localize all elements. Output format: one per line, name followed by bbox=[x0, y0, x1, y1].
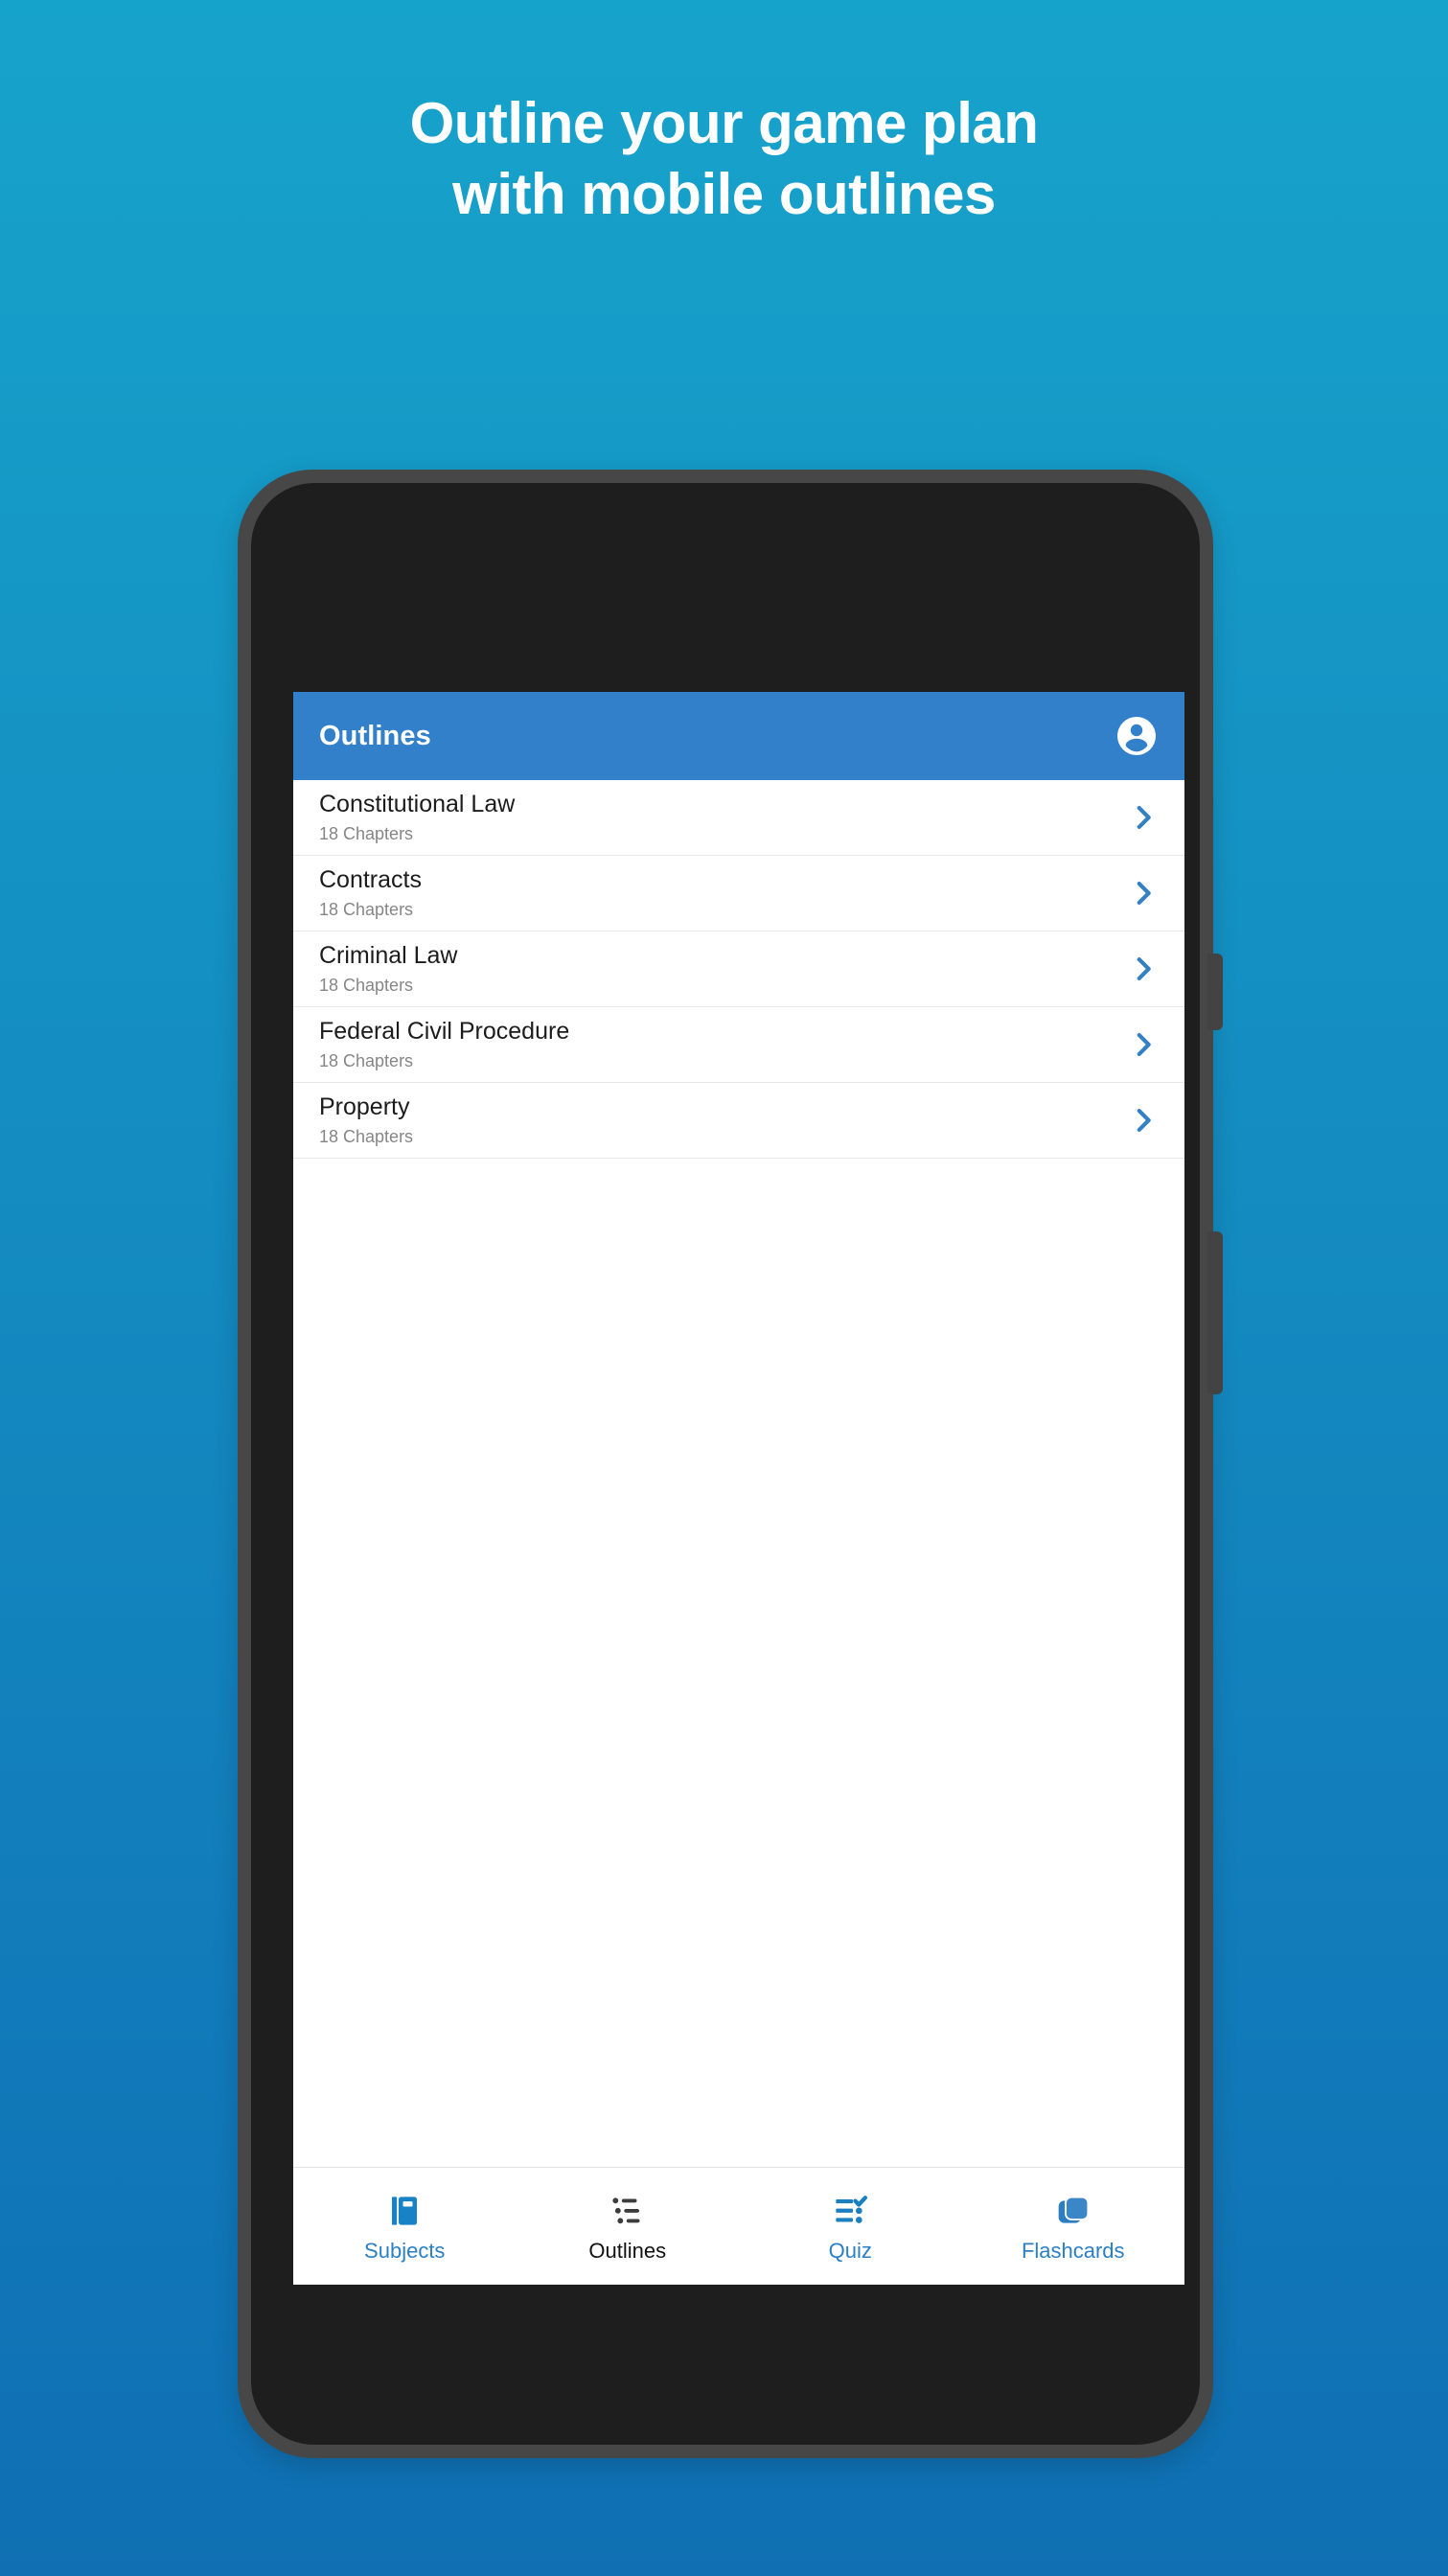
app-title: Outlines bbox=[319, 720, 431, 751]
chevron-right-icon[interactable] bbox=[1127, 877, 1160, 909]
row-subtitle: 18 Chapters bbox=[319, 1126, 414, 1146]
table-row[interactable]: Constitutional Law 18 Chapters bbox=[293, 780, 1184, 856]
bottom-navigation: Subjects Outlines Quiz Flashcards bbox=[293, 2167, 1184, 2285]
table-row[interactable]: Property 18 Chapters bbox=[293, 1083, 1184, 1159]
row-title: Constitutional Law bbox=[319, 791, 516, 818]
list-empty-area bbox=[293, 1159, 1184, 1542]
row-subtitle: 18 Chapters bbox=[319, 1050, 414, 1070]
row-texts: Constitutional Law 18 Chapters bbox=[319, 791, 515, 844]
table-row[interactable]: Contracts 18 Chapters bbox=[293, 856, 1184, 932]
chevron-right-icon[interactable] bbox=[1127, 801, 1160, 834]
phone-body: Outlines Constitutional Law 18 Chapters bbox=[251, 483, 1200, 2445]
tab-outlines[interactable]: Outlines bbox=[517, 2192, 740, 2262]
app-header: Outlines bbox=[293, 692, 1184, 780]
tab-label: Flashcards bbox=[1021, 2238, 1125, 2263]
outlines-list: Constitutional Law 18 Chapters Contracts… bbox=[293, 780, 1184, 1542]
volume-button[interactable] bbox=[1207, 1231, 1223, 1394]
row-title: Contracts bbox=[319, 866, 422, 894]
headline-line-2: with mobile outlines bbox=[452, 162, 996, 227]
row-subtitle: 18 Chapters bbox=[319, 899, 414, 919]
row-texts: Federal Civil Procedure 18 Chapters bbox=[319, 1018, 569, 1071]
promo-headline: Outline your game plan with mobile outli… bbox=[0, 88, 1448, 231]
table-row[interactable]: Criminal Law 18 Chapters bbox=[293, 932, 1184, 1007]
row-subtitle: 18 Chapters bbox=[319, 823, 414, 843]
bulleted-list-icon bbox=[609, 2192, 647, 2230]
row-texts: Criminal Law 18 Chapters bbox=[319, 942, 457, 996]
chevron-right-icon[interactable] bbox=[1127, 953, 1160, 985]
book-icon bbox=[385, 2192, 424, 2230]
row-title: Criminal Law bbox=[319, 942, 458, 970]
tab-subjects[interactable]: Subjects bbox=[293, 2192, 517, 2262]
table-row[interactable]: Federal Civil Procedure 18 Chapters bbox=[293, 1007, 1184, 1083]
power-button[interactable] bbox=[1207, 954, 1223, 1030]
row-subtitle: 18 Chapters bbox=[319, 975, 414, 995]
tab-label: Quiz bbox=[828, 2238, 872, 2263]
row-texts: Contracts 18 Chapters bbox=[319, 866, 422, 920]
chevron-right-icon[interactable] bbox=[1127, 1104, 1160, 1137]
tab-label: Outlines bbox=[588, 2238, 667, 2263]
account-circle-icon[interactable] bbox=[1114, 713, 1160, 759]
stacked-cards-icon bbox=[1054, 2192, 1092, 2230]
tab-label: Subjects bbox=[364, 2238, 446, 2263]
chevron-right-icon[interactable] bbox=[1127, 1028, 1160, 1061]
headline-line-1: Outline your game plan bbox=[409, 91, 1039, 155]
tab-flashcards[interactable]: Flashcards bbox=[962, 2192, 1185, 2262]
row-title: Federal Civil Procedure bbox=[319, 1018, 570, 1046]
playlist-check-icon bbox=[831, 2192, 869, 2230]
phone-screen: Outlines Constitutional Law 18 Chapters bbox=[293, 692, 1184, 2285]
row-title: Property bbox=[319, 1093, 410, 1121]
phone-mockup: Outlines Constitutional Law 18 Chapters bbox=[238, 470, 1223, 2458]
row-texts: Property 18 Chapters bbox=[319, 1093, 413, 1147]
tab-quiz[interactable]: Quiz bbox=[739, 2192, 962, 2262]
